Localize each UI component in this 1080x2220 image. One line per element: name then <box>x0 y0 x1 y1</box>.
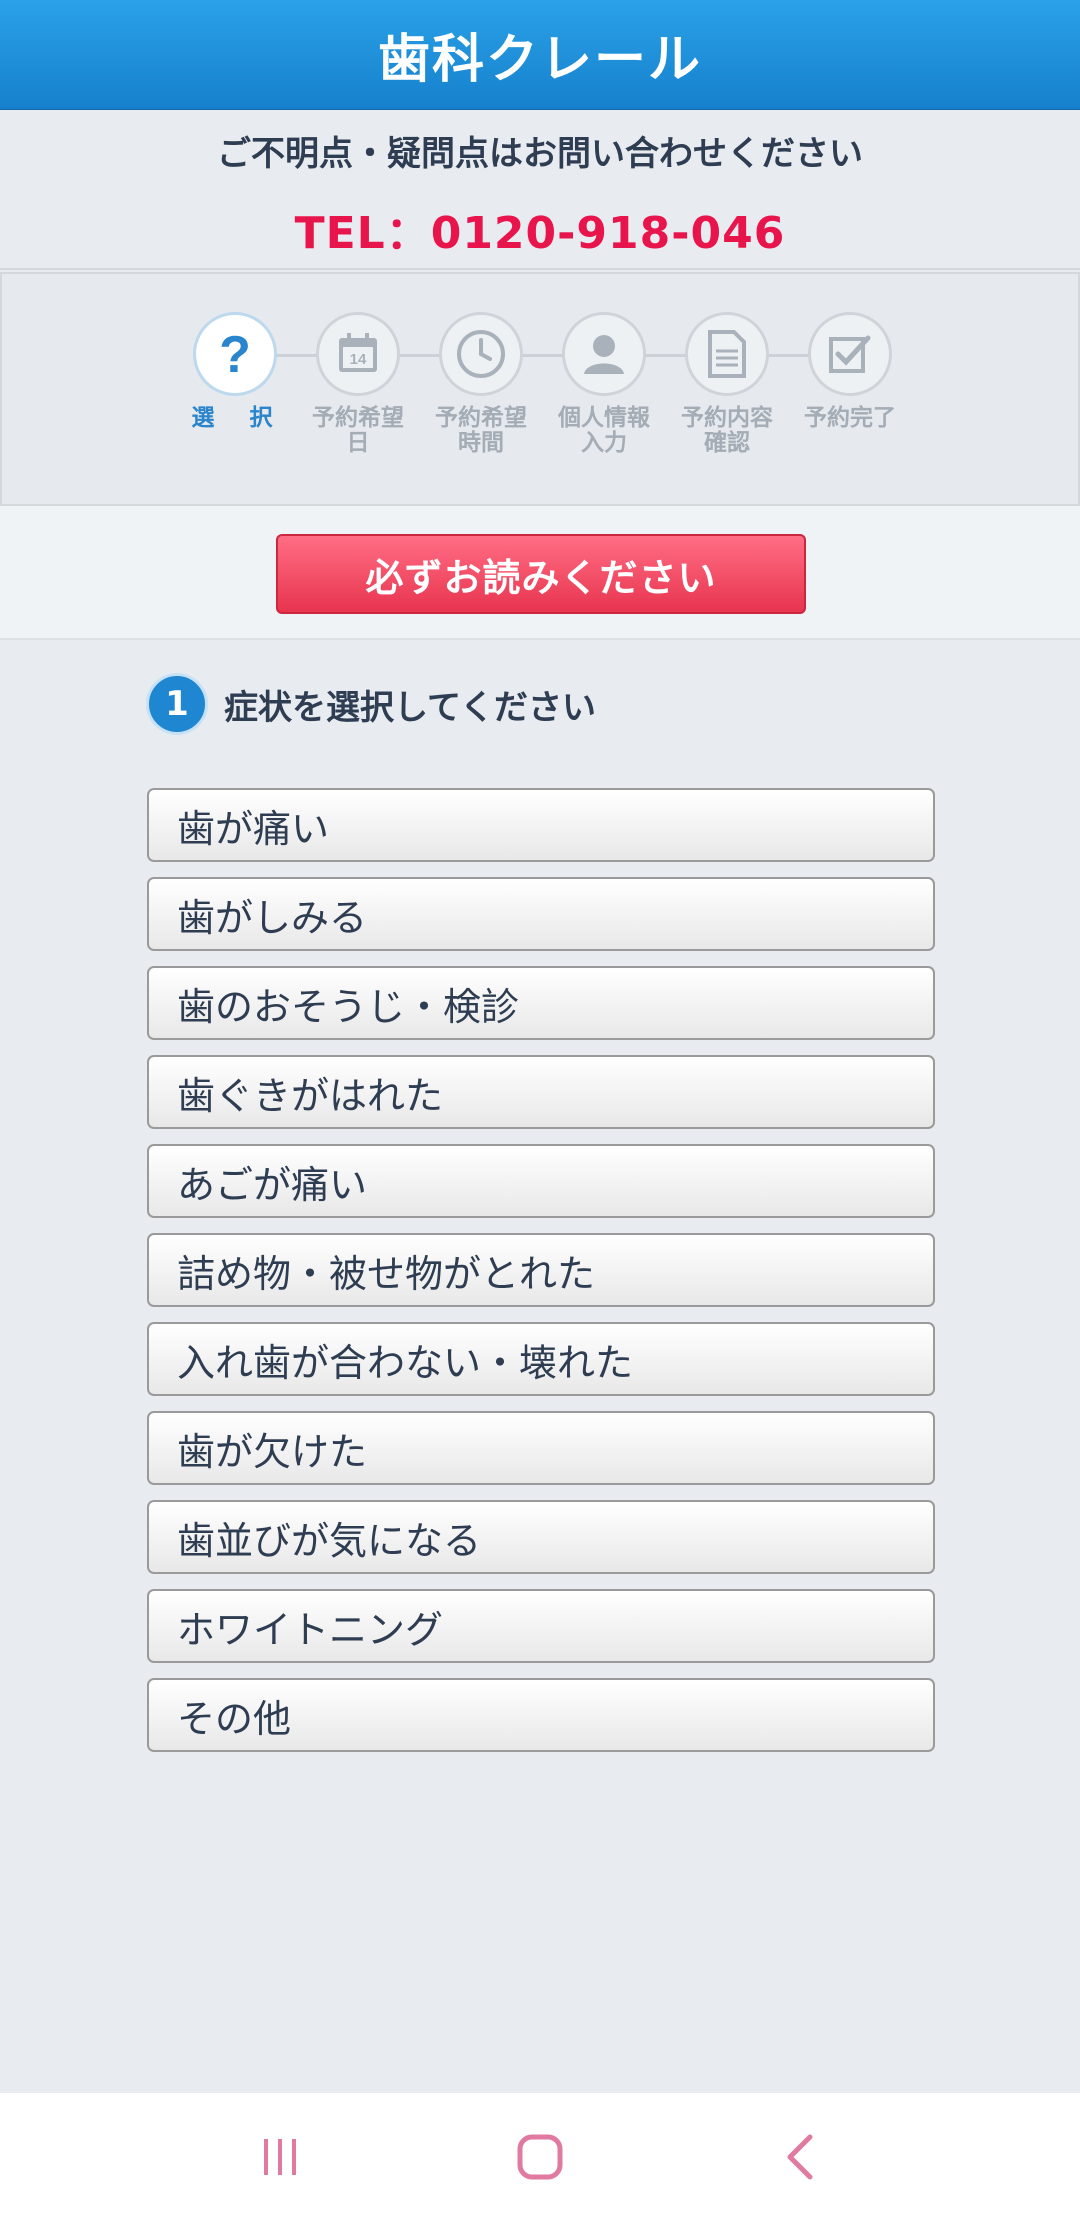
symptom-options: 歯が痛い 歯がしみる 歯のおそうじ・検診 歯ぐきがはれた あごが痛い 詰め物・被… <box>147 788 935 1767</box>
notice-section: 必ずお読みください <box>0 506 1080 640</box>
question-icon: ? <box>193 312 277 396</box>
step-label: 予約完了 <box>804 405 896 431</box>
symptom-option-whitening[interactable]: ホワイトニング <box>147 1589 935 1663</box>
contact-info: ご不明点・疑問点はお問い合わせください TEL：0120-918-046 <box>0 110 1080 270</box>
progress-steps: ? 選 択 14 予約希望 日 予約希望 時間 個人情報 入力 予約内容 確認 … <box>0 272 1080 506</box>
step-label: 個人情報 入力 <box>558 405 650 456</box>
step-confirm: 予約内容 確認 <box>667 312 787 456</box>
contact-note: ご不明点・疑問点はお問い合わせください <box>217 134 863 174</box>
system-nav-bar <box>0 2093 1080 2220</box>
step-time: 予約希望 時間 <box>421 312 541 456</box>
step-personal-info: 個人情報 入力 <box>544 312 664 456</box>
step-date: 14 予約希望 日 <box>298 312 418 456</box>
recent-apps-icon[interactable] <box>235 2112 325 2202</box>
step-label: 予約希望 日 <box>312 405 404 456</box>
svg-text:?: ? <box>219 326 251 384</box>
symptom-option-denture[interactable]: 入れ歯が合わない・壊れた <box>147 1322 935 1396</box>
symptom-option-cleaning[interactable]: 歯のおそうじ・検診 <box>147 966 935 1040</box>
read-notice-button[interactable]: 必ずお読みください <box>276 534 806 614</box>
symptom-option-chipped-tooth[interactable]: 歯が欠けた <box>147 1411 935 1485</box>
clock-icon <box>439 312 523 396</box>
page: 歯科クレール ご不明点・疑問点はお問い合わせください TEL：0120-918-… <box>0 0 1080 2220</box>
person-icon <box>562 312 646 396</box>
step-label: 選 択 <box>191 405 279 431</box>
step-select: ? 選 択 <box>175 312 295 431</box>
symptom-option-gum-swelling[interactable]: 歯ぐきがはれた <box>147 1055 935 1129</box>
section-title: 症状を選択してください <box>224 687 596 728</box>
section-number-badge: 1 <box>146 673 208 735</box>
step-complete: 予約完了 <box>790 312 910 431</box>
step-label: 予約希望 時間 <box>435 405 527 456</box>
symptom-option-lost-filling[interactable]: 詰め物・被せ物がとれた <box>147 1233 935 1307</box>
symptom-option-jaw-pain[interactable]: あごが痛い <box>147 1144 935 1218</box>
symptom-option-alignment[interactable]: 歯並びが気になる <box>147 1500 935 1574</box>
document-icon <box>685 312 769 396</box>
phone-number-link[interactable]: TEL：0120-918-046 <box>0 197 1080 261</box>
calendar-icon: 14 <box>316 312 400 396</box>
section-header: 1 症状を選択してください <box>146 672 596 736</box>
svg-text:14: 14 <box>350 351 367 368</box>
checkbox-icon <box>808 312 892 396</box>
app-title: 歯科クレール <box>377 30 702 90</box>
home-icon[interactable] <box>495 2112 585 2202</box>
back-icon[interactable] <box>755 2112 845 2202</box>
symptom-option-sensitivity[interactable]: 歯がしみる <box>147 877 935 951</box>
step-label: 予約内容 確認 <box>681 405 773 456</box>
app-header: 歯科クレール <box>0 0 1080 110</box>
symptom-option-other[interactable]: その他 <box>147 1678 935 1752</box>
symptom-option-toothache[interactable]: 歯が痛い <box>147 788 935 862</box>
